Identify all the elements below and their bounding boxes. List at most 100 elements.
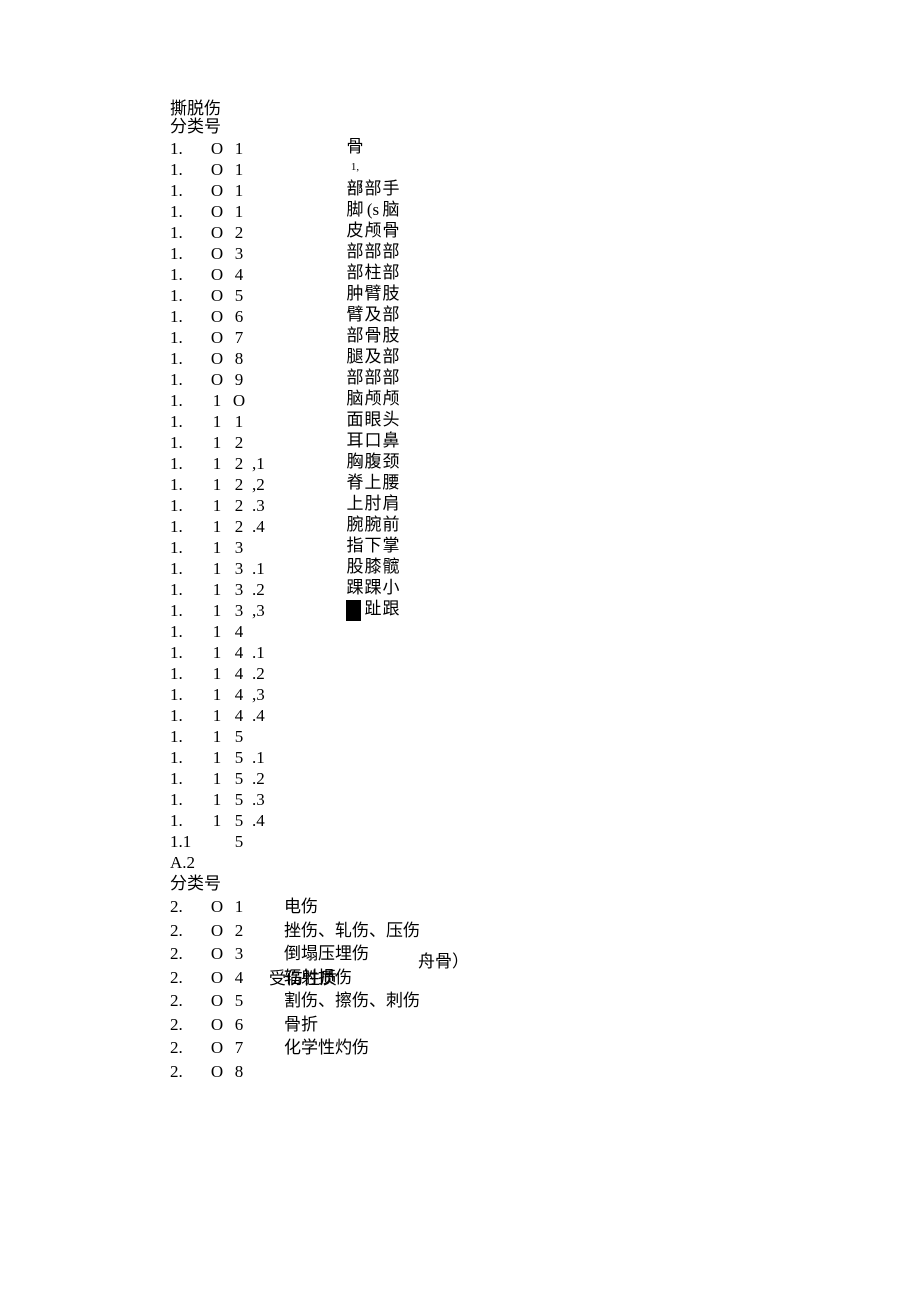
- col-3: 3: [230, 600, 248, 621]
- injury-label: 骨折: [248, 1014, 318, 1035]
- code-row: 1.13,3: [170, 600, 770, 621]
- col-1: 1.: [170, 390, 204, 411]
- vert-cell: 踝: [346, 577, 364, 598]
- col-3: 2: [230, 453, 248, 474]
- col-3: 6: [230, 306, 248, 327]
- col-4: .1: [248, 747, 280, 768]
- code-row-2: 2.O7化学性灼伤: [170, 1037, 770, 1061]
- injury-label: 割伤、擦伤、刺伤: [248, 990, 420, 1011]
- col-2: O: [204, 180, 230, 201]
- col-1: 1.1: [170, 831, 204, 852]
- vert-cell: 部: [382, 346, 400, 367]
- col-3: 1: [230, 896, 248, 917]
- col-4: ,1: [248, 453, 280, 474]
- col-2: O: [204, 201, 230, 222]
- col-1: 2.: [170, 1014, 204, 1035]
- col-2: 1: [204, 600, 230, 621]
- code-row: 1.O1: [170, 138, 770, 159]
- col-1: 1.: [170, 243, 204, 264]
- vert-cell: 颈: [382, 451, 400, 472]
- code-list-1: 1.O11.O11.O11.O11.O21.O31.O41.O51.O61.O7…: [170, 138, 770, 852]
- col-2: 1: [204, 621, 230, 642]
- vert-cell: 及: [364, 346, 382, 367]
- vert-cell: 部: [346, 325, 364, 346]
- col-2: O: [204, 990, 230, 1011]
- col-2: O: [204, 306, 230, 327]
- code-row-2: 2.O4辐射损伤: [170, 967, 770, 991]
- col-2: O: [204, 138, 230, 159]
- fenleihao-2: 分类号: [170, 873, 770, 894]
- col-2: 1: [204, 558, 230, 579]
- col-4: [248, 831, 280, 852]
- col-2: 1: [204, 537, 230, 558]
- vert-cell: 肩: [382, 493, 400, 514]
- code-row-2: 2.O8: [170, 1061, 770, 1085]
- zhougu-label: 舟骨）: [418, 951, 469, 972]
- col-2: O: [204, 264, 230, 285]
- col-4: ,3: [248, 600, 280, 621]
- col-1: 1.: [170, 453, 204, 474]
- col-4: .3: [248, 495, 280, 516]
- col-1: 1.: [170, 348, 204, 369]
- col-1: 1.: [170, 285, 204, 306]
- col-4: .2: [248, 768, 280, 789]
- col-4: [248, 201, 280, 222]
- vert-cell: 上: [346, 493, 364, 514]
- col-1: 2.: [170, 1037, 204, 1058]
- col-4: [248, 180, 280, 201]
- col-2: 1: [204, 663, 230, 684]
- code-row: 1.O8: [170, 348, 770, 369]
- code-row: 1.15.4: [170, 810, 770, 831]
- code-row: 1.O5: [170, 285, 770, 306]
- vert-cell: 股: [346, 556, 364, 577]
- col-2: O: [204, 369, 230, 390]
- vert-cell: 小: [382, 577, 400, 598]
- col-3: 4: [230, 967, 248, 988]
- col-1: 1.: [170, 663, 204, 684]
- vert-cell: 耳: [346, 430, 364, 451]
- col-4: .1: [248, 642, 280, 663]
- col-3: 4: [230, 264, 248, 285]
- col-4: [248, 432, 280, 453]
- vert-cell: 骨: [346, 136, 364, 157]
- vert-cell: 颅: [364, 220, 382, 241]
- vert-cell: 部: [364, 367, 382, 388]
- vert-cell: 腰: [382, 472, 400, 493]
- vert-cell: 肿: [346, 283, 364, 304]
- vertical-column-c: 手脑骨部部肢部肢部部颅头鼻颈腰肩前掌髋小跟: [382, 136, 400, 619]
- vert-cell: 趾: [364, 598, 382, 619]
- injury-label: 倒塌压埋伤: [248, 943, 369, 964]
- col-2: O: [204, 920, 230, 941]
- col-2: 1: [204, 411, 230, 432]
- code-row: 1.O2: [170, 222, 770, 243]
- col-3: O: [230, 390, 248, 411]
- col-4: ,3: [248, 684, 280, 705]
- vert-cell: 部: [382, 262, 400, 283]
- col-3: 7: [230, 327, 248, 348]
- col-3: 1: [230, 180, 248, 201]
- col-4: [248, 306, 280, 327]
- vert-cell: 柱: [364, 262, 382, 283]
- col-3: 5: [230, 789, 248, 810]
- code-row-2: 2.O3倒塌压埋伤: [170, 943, 770, 967]
- col-3: 5: [230, 726, 248, 747]
- col-3: 2: [230, 474, 248, 495]
- vertical-column-b: 部(s颅部柱臂及骨及部颅眼口腹上肘腕下膝踝趾: [364, 136, 382, 619]
- vert-cell: 掌: [382, 535, 400, 556]
- col-3: 5: [230, 810, 248, 831]
- col-3: 3: [230, 243, 248, 264]
- vert-cell: [364, 157, 382, 178]
- vert-cell: 部: [364, 178, 382, 199]
- col-1: 1.: [170, 642, 204, 663]
- vert-cell: 踝: [364, 577, 382, 598]
- vert-cell: 肢: [382, 325, 400, 346]
- code-row-2: 2.O1电伤: [170, 896, 770, 920]
- col-4: [248, 138, 280, 159]
- col-4: [248, 348, 280, 369]
- col-3: 2: [230, 432, 248, 453]
- col-1: 1.: [170, 621, 204, 642]
- col-1: 1.: [170, 705, 204, 726]
- col-2: 1: [204, 810, 230, 831]
- col-3: 1: [230, 201, 248, 222]
- code-row: 1.O1: [170, 180, 770, 201]
